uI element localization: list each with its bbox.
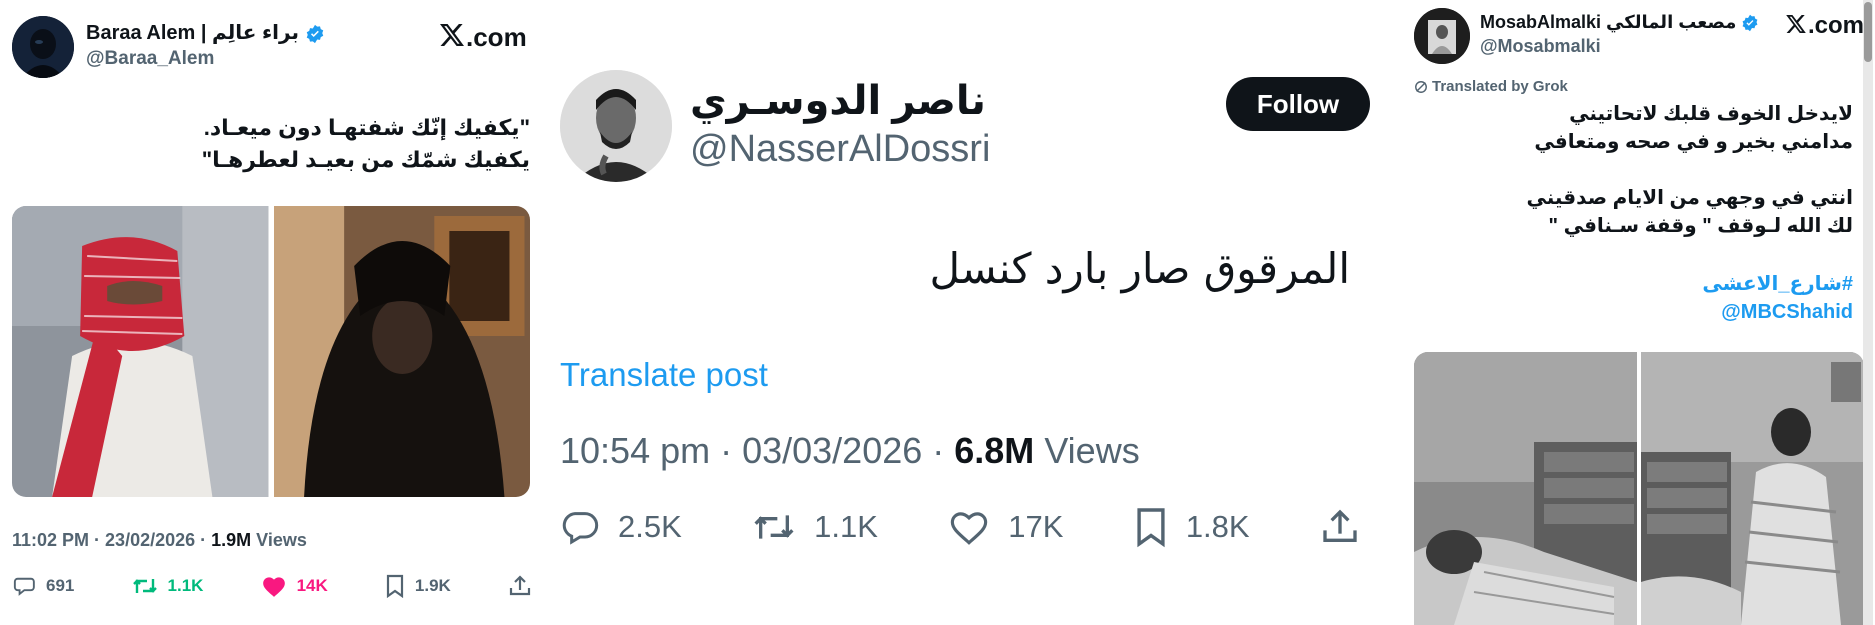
- grok-icon: [1415, 80, 1427, 93]
- verified-badge-icon: [306, 24, 323, 43]
- tweet-text-line: لايدخل الخوف قلبك لاتحاتيني: [1569, 103, 1853, 125]
- like-count: 14K: [296, 576, 328, 595]
- tweet-meta: 10:54 pm · 03/03/2026 · 6.8M Views: [560, 430, 1140, 472]
- tweet-actions: 2.5K 1.1K 17K 1.8K: [560, 506, 1360, 548]
- avatar-image: [560, 70, 672, 182]
- share-icon: [1323, 509, 1357, 542]
- verified-badge-icon: [1742, 15, 1758, 32]
- tweet-media[interactable]: [12, 206, 530, 497]
- media-photo-sleeping[interactable]: [1414, 352, 1637, 625]
- tweet-meta: 11:02 PM · 23/02/2026 · 1.9M Views: [12, 530, 307, 551]
- hashtag-link[interactable]: #شارع_الاعشى: [1702, 270, 1853, 298]
- translate-post-link[interactable]: Translate post: [560, 356, 768, 394]
- brand-domain: .com: [1808, 12, 1865, 39]
- follow-button[interactable]: Follow: [1226, 77, 1370, 131]
- brand-domain: .com: [466, 22, 527, 52]
- bookmark-icon: [386, 574, 404, 598]
- author-handle[interactable]: @NasserAlDossri: [690, 128, 990, 171]
- repost-count: 1.1K: [167, 576, 204, 595]
- author-name[interactable]: Baraa Alem | براء عالِم: [86, 20, 325, 45]
- x-brand: .com: [440, 22, 527, 53]
- author-name[interactable]: MosabAlmalki مصعب المالكي: [1480, 12, 1759, 33]
- tweet-text: لايدخل الخوف قلبك لاتحاتيني مدامني بخير …: [1413, 100, 1853, 240]
- avatar[interactable]: [12, 16, 74, 78]
- scrollbar[interactable]: [1863, 0, 1873, 625]
- repost-button[interactable]: 1.1K: [752, 507, 878, 547]
- x-logo-icon: [440, 22, 464, 53]
- repost-icon: [132, 579, 157, 593]
- translated-label: Translated by Grok: [1432, 78, 1568, 95]
- tweet-text-line: يكفيك شمّك من بعيـد لعطرهـا": [201, 147, 530, 172]
- tweet-actions: 691 1.1K 14K 1.9K: [12, 574, 532, 598]
- heart-icon: [951, 512, 988, 545]
- author-name-text: Baraa Alem | براء عالِم: [86, 22, 299, 44]
- author-handle[interactable]: @Baraa_Alem: [86, 48, 214, 70]
- tweet-text-line: مدامني بخير و في صحه ومتعافي: [1534, 131, 1853, 153]
- repost-count: 1.1K: [814, 509, 878, 544]
- screenshot-collage: Baraa Alem | براء عالِم @Baraa_Alem .com…: [0, 0, 1875, 625]
- reply-icon: [562, 512, 599, 545]
- x-brand: .com: [1786, 12, 1864, 40]
- tweet-text: "يكفيك إنّك شفتهـا دون ميعـاد. يكفيك شمّ…: [30, 112, 530, 176]
- reply-count: 691: [46, 576, 75, 595]
- bookmark-button[interactable]: 1.8K: [1134, 506, 1250, 548]
- share-button[interactable]: [1320, 507, 1360, 547]
- repost-icon: [754, 515, 794, 539]
- avatar[interactable]: [560, 70, 672, 182]
- like-button[interactable]: 17K: [948, 507, 1063, 547]
- avatar-image: [12, 16, 74, 78]
- media-photo-sitting-man[interactable]: [1641, 352, 1864, 625]
- reply-button[interactable]: 691: [12, 574, 74, 598]
- media-photo-woman-veil[interactable]: [273, 206, 530, 497]
- reply-count: 2.5K: [618, 509, 682, 544]
- tweet-text-line: لك الله لـوقف " وقفة سـنافي ": [1548, 215, 1853, 237]
- avatar[interactable]: [1414, 8, 1470, 64]
- tweet-links: #شارع_الاعشى @MBCShahid: [1702, 270, 1853, 326]
- bookmark-icon: [1137, 508, 1165, 548]
- share-icon: [509, 575, 531, 596]
- tweet-text: المرقوق صار بارد كنسل: [929, 244, 1351, 293]
- tweet-media[interactable]: [1414, 352, 1864, 625]
- bookmark-count: 1.9K: [414, 576, 451, 595]
- heart-icon: [262, 577, 285, 597]
- like-count: 17K: [1008, 509, 1064, 544]
- author-handle[interactable]: @Mosabmalki: [1480, 36, 1601, 57]
- bookmark-button[interactable]: 1.9K: [385, 574, 451, 598]
- tweet-text-line: انتي في وجهي من الايام صدقيني: [1526, 187, 1853, 209]
- translated-by-grok[interactable]: Translated by Grok: [1414, 78, 1568, 95]
- like-button[interactable]: 14K: [261, 574, 328, 598]
- repost-button[interactable]: 1.1K: [132, 574, 204, 598]
- author-name[interactable]: ناصر الدوسـري: [690, 78, 986, 124]
- mention-link[interactable]: @MBCShahid: [1702, 298, 1853, 326]
- reply-button[interactable]: 2.5K: [560, 507, 682, 547]
- tweet-timestamp[interactable]: 11:02 PM · 23/02/2026 ·: [12, 530, 211, 550]
- share-button[interactable]: [508, 574, 532, 598]
- tweet-card-mosab: MosabAlmalki مصعب المالكي @Mosabmalki .c…: [1390, 0, 1875, 625]
- media-photo-man-keffiyeh[interactable]: [12, 206, 269, 497]
- tweet-card-nasser: ناصر الدوسـري @NasserAlDossri Follow الم…: [540, 0, 1390, 625]
- bookmark-count: 1.8K: [1185, 509, 1250, 544]
- x-logo-icon: [1786, 12, 1806, 40]
- avatar-image: [1414, 8, 1470, 64]
- scrollbar-thumb[interactable]: [1864, 2, 1872, 62]
- tweet-timestamp[interactable]: 10:54 pm · 03/03/2026 ·: [560, 430, 954, 471]
- views-count: 1.9M: [211, 530, 252, 550]
- views-label: Views: [251, 530, 307, 550]
- tweet-text-gap: [1413, 156, 1853, 184]
- author-name-text: MosabAlmalki مصعب المالكي: [1480, 12, 1737, 32]
- views-count: 6.8M: [954, 430, 1035, 471]
- reply-icon: [13, 577, 35, 596]
- views-label: Views: [1034, 430, 1140, 471]
- tweet-card-baraa: Baraa Alem | براء عالِم @Baraa_Alem .com…: [0, 0, 540, 625]
- tweet-text-line: "يكفيك إنّك شفتهـا دون ميعـاد.: [203, 115, 530, 140]
